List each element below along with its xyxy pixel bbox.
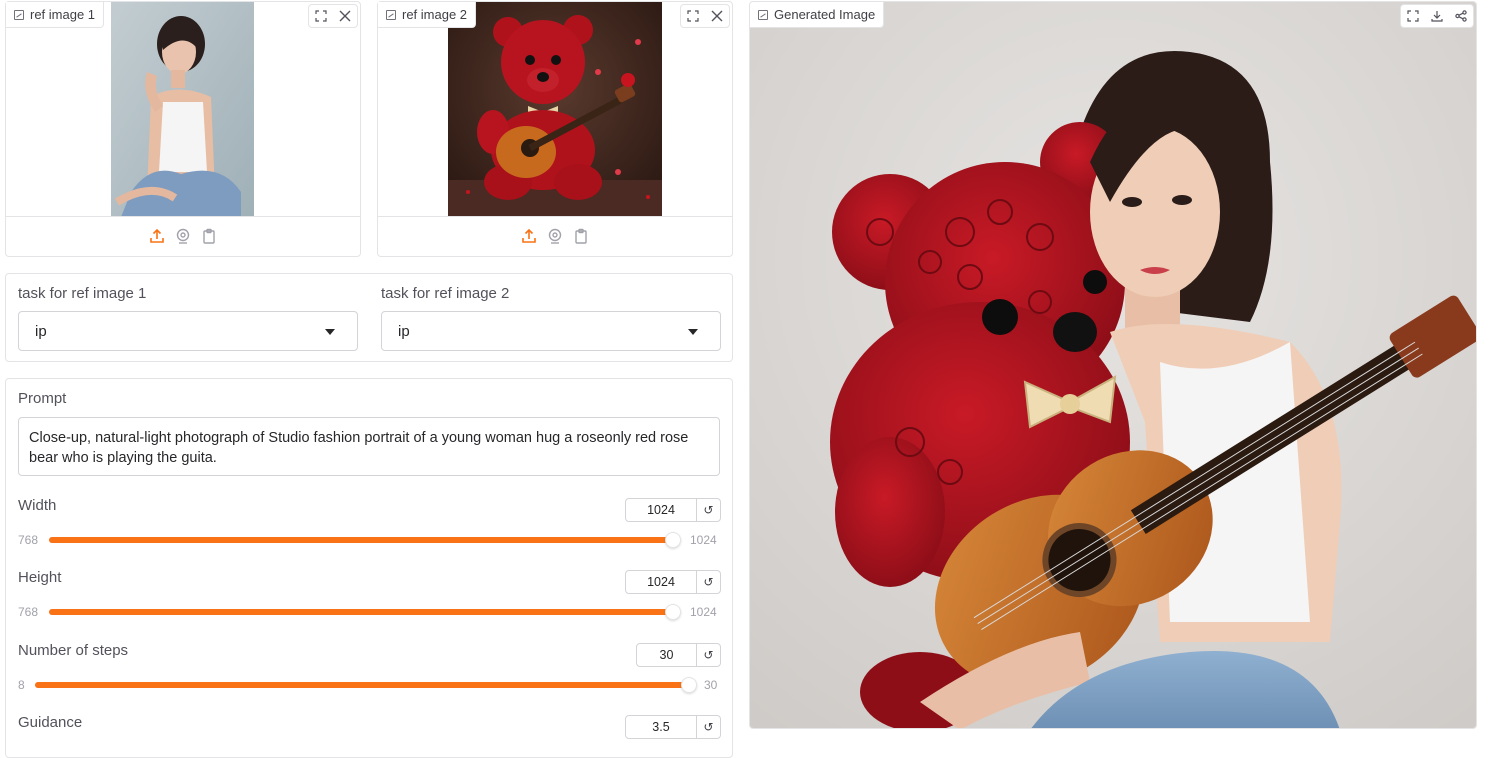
width-slider-fill	[49, 537, 673, 543]
ref-image-2-label: ref image 2	[402, 7, 468, 22]
task-1-value: ip	[35, 322, 47, 340]
height-min: 768	[18, 605, 39, 619]
image-icon	[14, 9, 24, 20]
generated-image-photo	[750, 2, 1476, 728]
ref-image-2-source-tools	[378, 216, 732, 256]
ref-image-1-source-tools	[6, 216, 360, 256]
steps-value[interactable]: 30	[637, 644, 696, 666]
webcam-icon[interactable]	[175, 228, 191, 244]
width-slider-thumb[interactable]	[665, 532, 681, 548]
image-icon	[758, 9, 768, 20]
ref-image-2-label-tab: ref image 2	[378, 2, 477, 28]
generated-image-label: Generated Image	[774, 7, 876, 22]
parameters-panel: Prompt Close-up, natural-light photograp…	[5, 378, 733, 758]
width-min: 768	[18, 533, 39, 547]
image-icon	[386, 9, 396, 20]
reset-icon[interactable]: ↺	[696, 499, 720, 521]
ref-image-1-actions	[308, 4, 358, 28]
steps-min: 8	[18, 678, 25, 692]
generated-image-label-tab: Generated Image	[750, 2, 885, 28]
chevron-down-icon	[325, 329, 335, 335]
ref-image-1-canvas[interactable]	[6, 2, 360, 217]
height-label: Height	[18, 569, 62, 586]
upload-icon[interactable]	[149, 228, 165, 244]
prompt-label: Prompt	[18, 390, 67, 407]
clipboard-icon[interactable]	[201, 228, 217, 244]
guidance-label: Guidance	[18, 714, 83, 731]
clipboard-icon[interactable]	[573, 228, 589, 244]
width-max: 1024	[690, 533, 717, 547]
fullscreen-icon[interactable]	[681, 5, 705, 27]
task-1-dropdown[interactable]: ip	[18, 311, 358, 351]
steps-max: 30	[704, 678, 718, 692]
download-icon[interactable]	[1425, 5, 1449, 27]
guidance-number-input[interactable]: 3.5 ↺	[625, 715, 721, 739]
fullscreen-icon[interactable]	[309, 5, 333, 27]
width-number-input[interactable]: 1024 ↺	[625, 498, 721, 522]
chevron-down-icon	[688, 329, 698, 335]
prompt-textarea[interactable]: Close-up, natural-light photograph of St…	[18, 417, 720, 476]
task-2-value: ip	[398, 322, 410, 340]
generated-image-actions	[1400, 4, 1474, 28]
upload-icon[interactable]	[521, 228, 537, 244]
reset-icon[interactable]: ↺	[696, 571, 720, 593]
task-2-dropdown[interactable]: ip	[381, 311, 721, 351]
fullscreen-icon[interactable]	[1401, 5, 1425, 27]
height-number-input[interactable]: 1024 ↺	[625, 570, 721, 594]
reset-icon[interactable]: ↺	[696, 644, 720, 666]
height-slider[interactable]	[49, 604, 681, 620]
share-icon[interactable]	[1449, 5, 1473, 27]
steps-slider-fill	[35, 682, 689, 688]
ref-image-2-canvas[interactable]	[378, 2, 732, 217]
ref-image-1-label-tab: ref image 1	[6, 2, 105, 28]
generated-image-panel[interactable]: Generated Image	[749, 1, 1477, 729]
width-label: Width	[18, 497, 57, 514]
reset-icon[interactable]: ↺	[696, 716, 720, 738]
height-value[interactable]: 1024	[626, 571, 696, 593]
close-icon[interactable]	[333, 5, 357, 27]
ref-image-1-photo	[111, 2, 254, 216]
ref-image-1-label: ref image 1	[30, 7, 96, 22]
close-icon[interactable]	[705, 5, 729, 27]
steps-slider[interactable]	[35, 677, 697, 693]
steps-number-input[interactable]: 30 ↺	[636, 643, 721, 667]
width-slider[interactable]	[49, 532, 681, 548]
steps-slider-thumb[interactable]	[681, 677, 697, 693]
height-max: 1024	[690, 605, 717, 619]
task-panel: task for ref image 1 ip task for ref ima…	[5, 273, 733, 362]
height-slider-fill	[49, 609, 673, 615]
webcam-icon[interactable]	[547, 228, 563, 244]
task-2-label: task for ref image 2	[381, 285, 510, 302]
guidance-value[interactable]: 3.5	[626, 716, 696, 738]
steps-label: Number of steps	[18, 642, 129, 659]
height-slider-thumb[interactable]	[665, 604, 681, 620]
ref-image-1-panel[interactable]: ref image 1	[5, 1, 361, 257]
width-value[interactable]: 1024	[626, 499, 696, 521]
task-1-label: task for ref image 1	[18, 285, 147, 302]
ref-image-2-actions	[680, 4, 730, 28]
ref-image-2-panel[interactable]: ref image 2	[377, 1, 733, 257]
ref-image-2-photo	[448, 2, 662, 216]
